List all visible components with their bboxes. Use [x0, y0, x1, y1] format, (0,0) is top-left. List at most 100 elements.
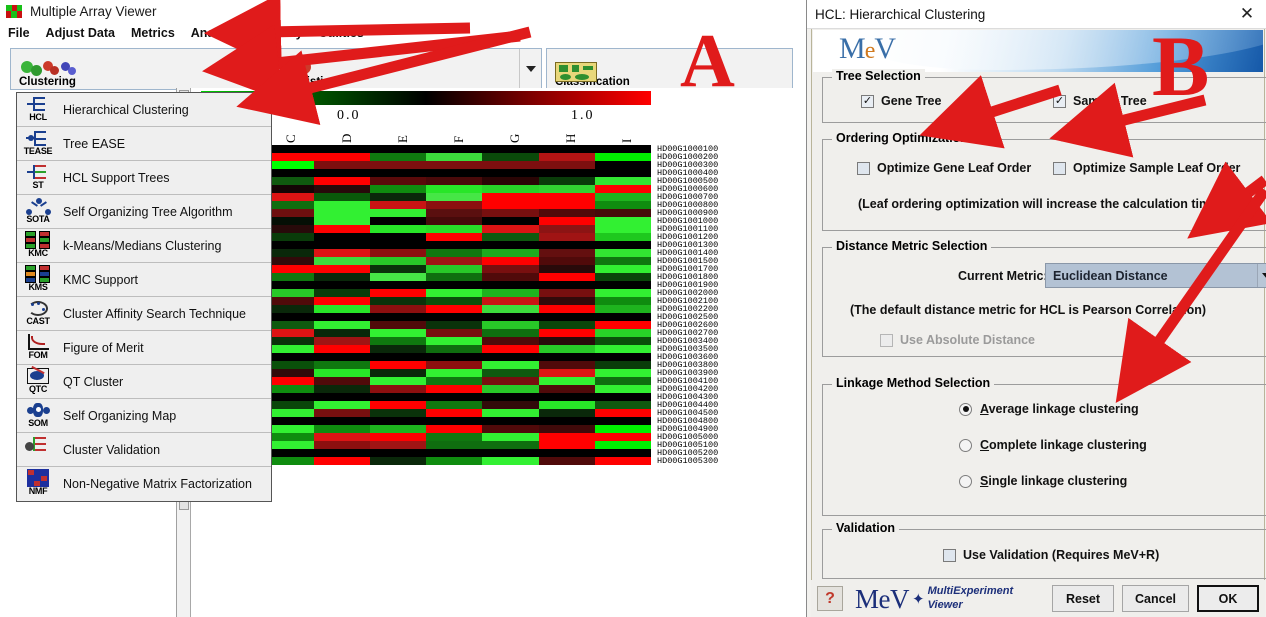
cancel-button[interactable]: Cancel	[1122, 585, 1189, 612]
heatmap-cell[interactable]	[426, 233, 483, 241]
heatmap-cell[interactable]	[594, 289, 651, 297]
heatmap-cell[interactable]	[594, 409, 651, 417]
heatmap-cell[interactable]	[538, 401, 595, 409]
heatmap-cell[interactable]	[594, 209, 651, 217]
heatmap-cell[interactable]	[369, 401, 426, 409]
clustering-menu-item-som[interactable]: SOM Self Organizing Map	[17, 399, 271, 433]
heatmap-cell[interactable]	[538, 177, 595, 185]
heatmap-cell[interactable]	[594, 217, 651, 225]
heatmap-cell[interactable]	[369, 409, 426, 417]
clustering-dropdown-menu[interactable]: HCL Hierarchical Clustering TEASE Tree EASE…	[16, 92, 272, 502]
heatmap-cell[interactable]	[482, 449, 539, 457]
heatmap-cell[interactable]	[482, 369, 539, 377]
use-absolute-distance-checkbox[interactable]: Use Absolute Distance	[880, 333, 1035, 347]
heatmap-cell[interactable]	[426, 385, 483, 393]
heatmap-cell[interactable]	[313, 329, 370, 337]
heatmap-cell[interactable]	[538, 233, 595, 241]
heatmap-cell[interactable]	[426, 329, 483, 337]
heatmap-cell[interactable]	[594, 393, 651, 401]
heatmap-cell[interactable]	[594, 273, 651, 281]
heatmap-cell[interactable]	[482, 281, 539, 289]
heatmap-cell[interactable]	[426, 249, 483, 257]
heatmap-cell[interactable]	[538, 393, 595, 401]
heatmap-cell[interactable]	[369, 209, 426, 217]
heatmap-cell[interactable]	[594, 417, 651, 425]
menu-display[interactable]: Display	[250, 24, 310, 42]
heatmap-cell[interactable]	[538, 241, 595, 249]
heatmap-cell[interactable]	[426, 313, 483, 321]
heatmap-cell[interactable]	[313, 225, 370, 233]
heatmap-cell[interactable]	[313, 241, 370, 249]
heatmap-cell[interactable]	[482, 289, 539, 297]
sample-tree-checkbox-box[interactable]: ✓	[1053, 94, 1066, 108]
distance-metric-combobox[interactable]: Euclidean Distance	[1045, 263, 1266, 288]
radio-complete-linkage-button[interactable]	[959, 438, 972, 452]
heatmap-cell[interactable]	[426, 393, 483, 401]
heatmap-cell[interactable]	[538, 329, 595, 337]
menu-analysis[interactable]: Analysis	[183, 24, 250, 42]
heatmap-cell[interactable]	[369, 393, 426, 401]
heatmap-cell[interactable]	[594, 441, 651, 449]
heatmap-cell[interactable]	[594, 313, 651, 321]
heatmap-cell[interactable]	[482, 233, 539, 241]
heatmap-cell[interactable]	[594, 241, 651, 249]
heatmap-cell[interactable]	[426, 417, 483, 425]
heatmap-cell[interactable]	[538, 321, 595, 329]
heatmap-cell[interactable]	[426, 433, 483, 441]
heatmap-cell[interactable]	[313, 377, 370, 385]
heatmap-cell[interactable]	[313, 193, 370, 201]
heatmap-cell[interactable]	[538, 337, 595, 345]
heatmap-cell[interactable]	[313, 169, 370, 177]
heatmap-cell[interactable]	[538, 153, 595, 161]
heatmap-cell[interactable]	[594, 161, 651, 169]
heatmap-cell[interactable]	[594, 185, 651, 193]
heatmap-cell[interactable]	[482, 425, 539, 433]
heatmap-cell[interactable]	[482, 225, 539, 233]
heatmap-cell[interactable]	[482, 409, 539, 417]
heatmap-cell[interactable]	[313, 201, 370, 209]
heatmap-cell[interactable]	[594, 225, 651, 233]
clustering-menu-item-kmc[interactable]: KMC k-Means/Medians Clustering	[17, 229, 271, 263]
heatmap-cell[interactable]	[426, 441, 483, 449]
heatmap-cell[interactable]	[426, 321, 483, 329]
clustering-menu-item-kms[interactable]: KMS KMC Support	[17, 263, 271, 297]
menu-metrics[interactable]: Metrics	[123, 24, 183, 42]
heatmap-cell[interactable]	[426, 281, 483, 289]
heatmap-cell[interactable]	[313, 217, 370, 225]
heatmap-cell[interactable]	[426, 361, 483, 369]
clustering-menu-item-cast[interactable]: CAST Cluster Affinity Search Technique	[17, 297, 271, 331]
heatmap-cell[interactable]	[538, 305, 595, 313]
heatmap-cell[interactable]	[594, 337, 651, 345]
heatmap-cell[interactable]	[369, 377, 426, 385]
heatmap-cell[interactable]	[426, 377, 483, 385]
sample-tree-checkbox[interactable]: ✓ Sample Tree	[1053, 94, 1147, 108]
heatmap-cell[interactable]	[369, 185, 426, 193]
heatmap-cell[interactable]	[369, 321, 426, 329]
heatmap-cell[interactable]	[313, 145, 370, 153]
heatmap-cell[interactable]	[594, 233, 651, 241]
heatmap-cell[interactable]	[426, 273, 483, 281]
heatmap-cell[interactable]	[482, 217, 539, 225]
heatmap-cell[interactable]	[426, 345, 483, 353]
heatmap-cell[interactable]	[538, 161, 595, 169]
heatmap-cell[interactable]	[594, 369, 651, 377]
heatmap-cell[interactable]	[426, 369, 483, 377]
heatmap-cell[interactable]	[482, 241, 539, 249]
heatmap-cell[interactable]	[313, 385, 370, 393]
heatmap-cell[interactable]	[482, 193, 539, 201]
heatmap-cell[interactable]	[594, 265, 651, 273]
heatmap-cell[interactable]	[369, 249, 426, 257]
heatmap-cell[interactable]	[482, 161, 539, 169]
radio-average-linkage[interactable]: Average linkage clustering	[959, 402, 1139, 416]
heatmap-cell[interactable]	[594, 449, 651, 457]
heatmap-cell[interactable]	[369, 313, 426, 321]
heatmap-cell[interactable]	[313, 361, 370, 369]
radio-complete-linkage[interactable]: Complete linkage clustering	[959, 438, 1147, 452]
heatmap-cell[interactable]	[538, 249, 595, 257]
heatmap-cell[interactable]	[313, 369, 370, 377]
heatmap-cell[interactable]	[594, 377, 651, 385]
heatmap-cell[interactable]	[313, 441, 370, 449]
heatmap-cell[interactable]	[369, 425, 426, 433]
use-validation-checkbox[interactable]: Use Validation (Requires MeV+R)	[943, 548, 1159, 562]
optimize-gene-leaf-order-box[interactable]	[857, 161, 870, 175]
